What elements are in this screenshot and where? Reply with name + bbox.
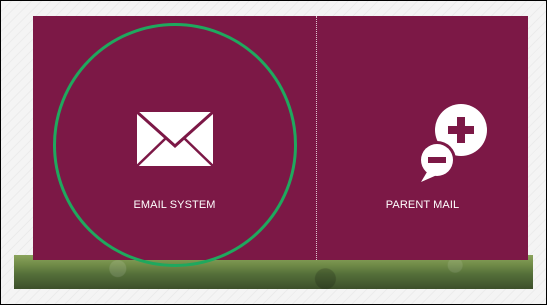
parent-mail-tile[interactable]: PARENT MAIL <box>317 16 528 260</box>
envelope-icon <box>135 110 215 172</box>
speech-bubbles-plus-minus-icon <box>417 100 489 187</box>
background-landscape-image <box>14 255 533 289</box>
email-system-label: EMAIL SYSTEM <box>133 199 216 211</box>
parent-mail-label: PARENT MAIL <box>385 199 460 211</box>
email-system-tile[interactable]: EMAIL SYSTEM <box>33 16 316 260</box>
